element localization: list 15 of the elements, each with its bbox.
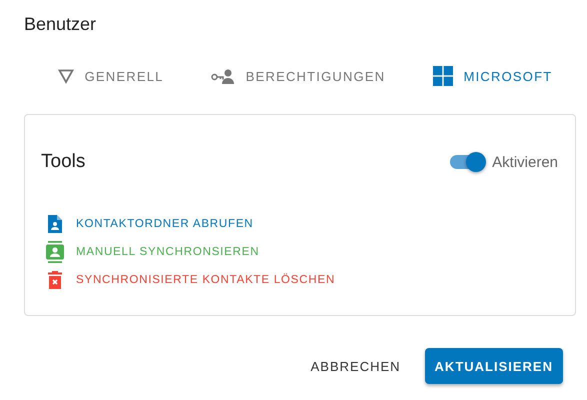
toggle-switch[interactable]: Aktivieren	[450, 154, 558, 170]
tab[interactable]: MICROSOFT	[420, 52, 564, 100]
cancel-button[interactable]: ABBRECHEN	[300, 348, 411, 384]
card-title: Tools	[41, 151, 86, 173]
tab[interactable]: GENERELL	[46, 52, 176, 100]
dialog-title: Benutzer	[24, 14, 98, 36]
windows-icon	[432, 66, 453, 86]
update-button[interactable]: AKTUALISIEREN	[424, 348, 563, 384]
action-link[interactable]: MANUELL SYNCHRONSIEREN	[41, 241, 260, 263]
action-link[interactable]: SYNCHRONISIERTE KONTAKTE LÖSCHEN	[41, 269, 336, 291]
filter-icon	[58, 68, 74, 84]
tab[interactable]: BERECHTIGUNGEN	[198, 52, 398, 100]
action-link[interactable]: KONTAKTORDNER ABRUFEN	[41, 213, 254, 235]
key-person-icon	[210, 68, 235, 84]
toggle-thumb[interactable]	[466, 152, 486, 172]
